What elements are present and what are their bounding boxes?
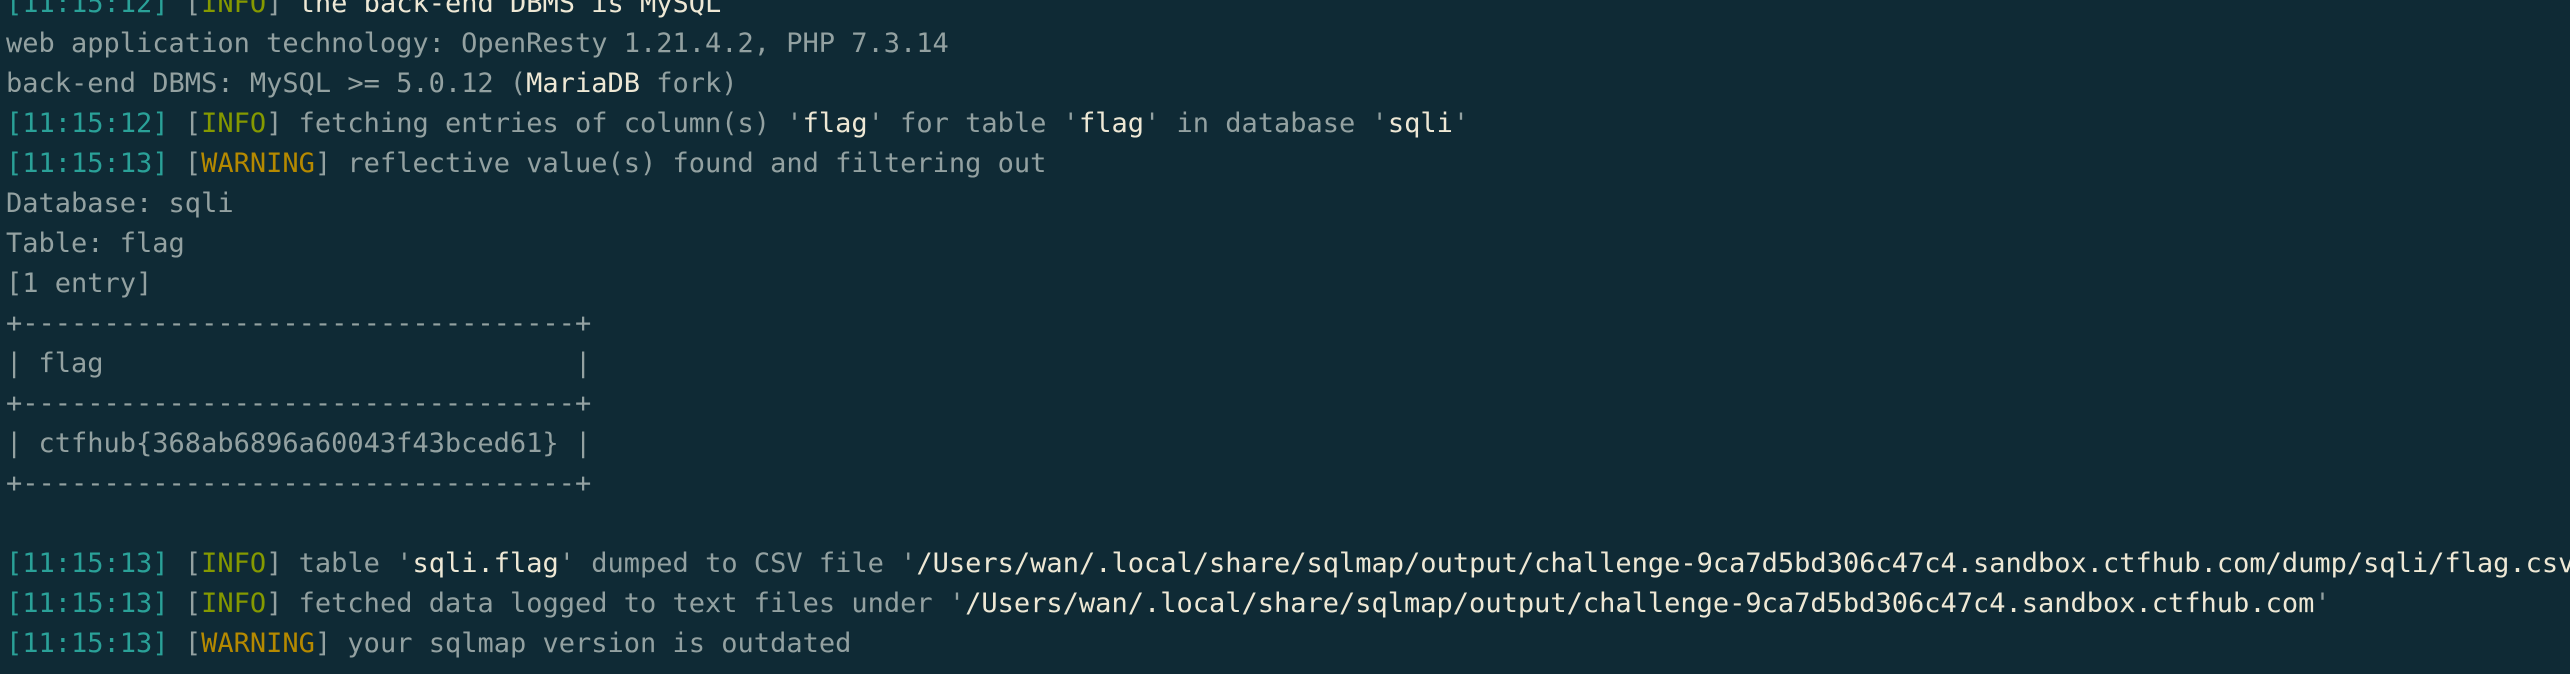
terminal-output[interactable]: [11:15:12] [INFO] the back-end DBMS is M… [0, 0, 2570, 674]
log-text-segment: ' [1452, 108, 1470, 139]
log-text-segment: | flag | [6, 348, 592, 379]
log-timestamp-close: ] [152, 0, 169, 19]
log-timestamp-open: [ [6, 548, 23, 579]
terminal-line: +----------------------------------+ [6, 384, 591, 424]
terminal-line: +----------------------------------+ [6, 304, 591, 344]
log-level: INFO [201, 0, 267, 19]
log-text-segment: flag [1078, 108, 1144, 139]
log-text-segment: fork) [639, 68, 738, 99]
log-text-segment: fetching entries of column(s) ' [282, 108, 803, 139]
log-timestamp: 11:15:12 [22, 108, 153, 139]
log-level-close: ] [266, 108, 283, 139]
log-level: INFO [201, 548, 267, 579]
terminal-line: Database: sqli [6, 184, 234, 224]
log-timestamp-close: ] [152, 548, 169, 579]
terminal-line: [11:15:13] [INFO] table 'sqli.flag' dump… [6, 544, 2570, 584]
terminal-line: [11:15:13] [WARNING] reflective value(s)… [6, 144, 1046, 184]
log-level-open: [ [184, 148, 202, 179]
log-text-segment: +----------------------------------+ [6, 388, 592, 419]
log-text-segment: ' [2314, 588, 2331, 619]
log-text-segment: sqli.flag [412, 548, 559, 579]
log-text-segment: reflective value(s) found and filtering … [331, 148, 1047, 179]
log-level: WARNING [201, 148, 315, 179]
log-level-open: [ [184, 0, 202, 19]
log-text-segment: Database: sqli [6, 188, 234, 219]
log-timestamp: 11:15:13 [22, 548, 153, 579]
log-timestamp-close: ] [152, 628, 169, 659]
log-text-segment: ' for table ' [867, 108, 1079, 139]
terminal-line: [11:15:12] [INFO] the back-end DBMS is M… [6, 0, 721, 24]
terminal-line: | ctfhub{368ab6896a60043f43bced61} | [6, 424, 591, 464]
log-level-close: ] [266, 0, 283, 19]
log-level-close: ] [314, 148, 332, 179]
log-text-segment: | ctfhub{368ab6896a60043f43bced61} | [6, 428, 592, 459]
log-level-close: ] [314, 628, 332, 659]
log-text-segment: sqli [1387, 108, 1453, 139]
log-text-segment: fetched data logged to text files under … [282, 588, 966, 619]
log-timestamp-close: ] [152, 148, 169, 179]
log-text-segment: +----------------------------------+ [6, 468, 592, 499]
log-text-segment: the back-end DBMS is MySQL [282, 0, 722, 19]
log-timestamp-close: ] [152, 108, 169, 139]
log-timestamp-open: [ [6, 148, 23, 179]
log-timestamp-open: [ [6, 628, 23, 659]
log-timestamp-open: [ [6, 588, 23, 619]
log-text-segment: MariaDB [526, 68, 640, 99]
log-timestamp-close: ] [152, 588, 169, 619]
log-text-segment: back-end DBMS: MySQL >= 5.0.12 ( [6, 68, 527, 99]
terminal-line: | flag | [6, 344, 591, 384]
log-timestamp: 11:15:13 [22, 588, 153, 619]
log-level-open: [ [184, 108, 202, 139]
log-level-open: [ [184, 588, 202, 619]
terminal-line: [1 entry] [6, 264, 152, 304]
log-timestamp: 11:15:13 [22, 628, 153, 659]
log-text-segment: Table: flag [6, 228, 185, 259]
terminal-line: web application technology: OpenResty 1.… [6, 24, 949, 64]
log-timestamp-open: [ [6, 0, 23, 19]
log-level-open: [ [184, 628, 202, 659]
log-text-segment: /Users/wan/.local/share/sqlmap/output/ch… [965, 588, 2315, 619]
log-text-segment: [1 entry] [6, 268, 153, 299]
log-timestamp: 11:15:13 [22, 148, 153, 179]
log-text-segment: ' dumped to CSV file ' [558, 548, 917, 579]
log-text-segment: +----------------------------------+ [6, 308, 592, 339]
log-text-segment: ' in database ' [1143, 108, 1388, 139]
terminal-line: [11:15:13] [WARNING] your sqlmap version… [6, 624, 851, 664]
log-level: INFO [201, 588, 267, 619]
log-text-segment: /Users/wan/.local/share/sqlmap/output/ch… [916, 548, 2570, 579]
log-text-segment: table ' [282, 548, 413, 579]
terminal-line: +----------------------------------+ [6, 464, 591, 504]
terminal-line: [11:15:13] [INFO] fetched data logged to… [6, 584, 2331, 624]
terminal-line: Table: flag [6, 224, 185, 264]
terminal-line: back-end DBMS: MySQL >= 5.0.12 (MariaDB … [6, 64, 738, 104]
terminal-line: [11:15:12] [INFO] fetching entries of co… [6, 104, 1469, 144]
log-text-segment: flag [802, 108, 868, 139]
log-timestamp-open: [ [6, 108, 23, 139]
log-timestamp: 11:15:12 [22, 0, 153, 19]
log-level-open: [ [184, 548, 202, 579]
log-text-segment: your sqlmap version is outdated [331, 628, 852, 659]
log-text-segment: web application technology: OpenResty 1.… [6, 28, 949, 59]
log-level-close: ] [266, 588, 283, 619]
log-level: WARNING [201, 628, 315, 659]
log-level: INFO [201, 108, 267, 139]
log-level-close: ] [266, 548, 283, 579]
